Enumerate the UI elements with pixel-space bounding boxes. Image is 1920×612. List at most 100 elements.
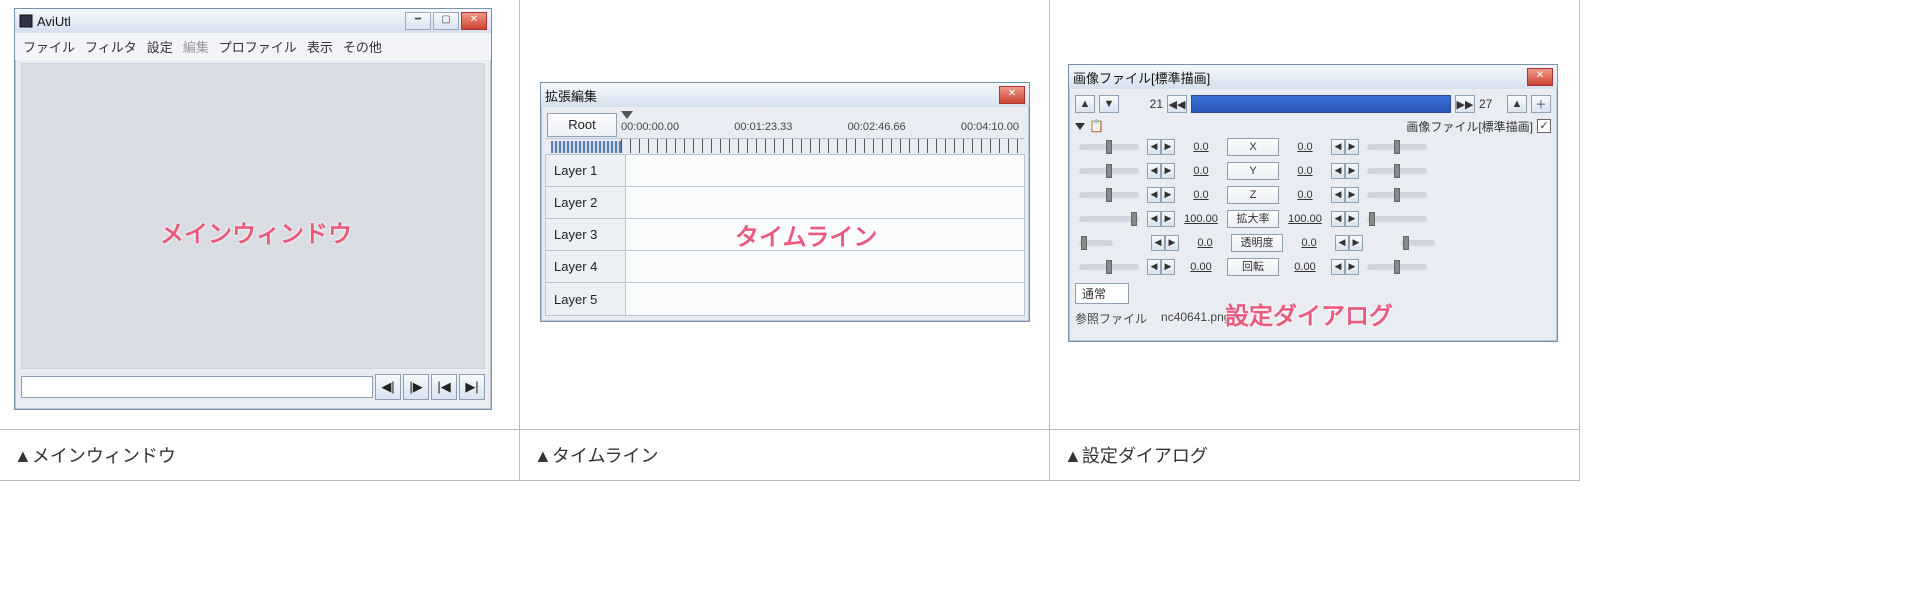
param-value-left[interactable]: 0.0 [1179,165,1223,177]
collapse-icon[interactable] [1075,123,1085,130]
minimize-button[interactable]: ━ [405,12,431,30]
layer-label[interactable]: Layer 5 [546,283,626,315]
param-value-left[interactable]: 100.00 [1179,213,1223,225]
jump-start-icon[interactable]: ◀◀ [1167,95,1187,113]
param-rows: ◀▶ 0.0 X 0.0 ◀▶ ◀▶ 0.0 Y 0.0 ◀▶ [1075,135,1551,279]
clipboard-icon[interactable]: 📋 [1089,119,1104,133]
param-stepper-left[interactable]: ◀▶ [1147,187,1175,203]
param-value-right[interactable]: 0.0 [1287,237,1331,249]
param-row: ◀▶ 0.0 Y 0.0 ◀▶ [1075,159,1551,183]
param-stepper-right[interactable]: ◀▶ [1331,259,1359,275]
param-stepper-right[interactable]: ◀▶ [1331,163,1359,179]
param-stepper-left[interactable]: ◀▶ [1147,211,1175,227]
layer-track[interactable] [626,283,1024,315]
param-slider-left[interactable] [1079,192,1139,198]
main-window-titlebar[interactable]: AviUtl ━ ▢ ✕ [15,9,491,33]
seek-track[interactable] [21,376,373,398]
add-button[interactable]: ＋ [1531,95,1551,113]
layer-down-button[interactable]: ▼ [1099,95,1119,113]
step-fwd-button[interactable]: |▶ [403,374,429,400]
layer-track[interactable] [626,155,1024,186]
param-value-right[interactable]: 0.0 [1283,165,1327,177]
caption-main: ▲メインウィンドウ [0,430,520,481]
timescale[interactable]: 00:00:00.00 00:01:23.33 00:02:46.66 00:0… [621,111,1025,138]
menu-file[interactable]: ファイル [23,37,75,56]
param-slider-left[interactable] [1079,216,1139,222]
file-ref-label[interactable]: 参照ファイル [1075,310,1147,327]
layer-label[interactable]: Layer 3 [546,219,626,250]
layer-track[interactable] [626,187,1024,218]
param-slider-left[interactable] [1079,168,1139,174]
jump-start-button[interactable]: |◀ [431,374,457,400]
ruler [621,139,1025,153]
preview-canvas [21,63,485,369]
frame-range-bar[interactable] [1191,95,1451,113]
param-slider-right[interactable] [1401,240,1435,246]
param-stepper-right[interactable]: ◀▶ [1331,211,1359,227]
move-up-button[interactable]: ▲ [1507,95,1527,113]
layer-label[interactable]: Layer 2 [546,187,626,218]
param-stepper-left[interactable]: ◀▶ [1147,163,1175,179]
param-name-button[interactable]: Z [1227,186,1279,204]
param-slider-right[interactable] [1367,192,1427,198]
menu-view[interactable]: 表示 [307,37,333,56]
param-value-left[interactable]: 0.0 [1179,189,1223,201]
settings-title: 画像ファイル[標準描画] [1073,68,1527,87]
timeline-minimap[interactable] [551,141,621,153]
playhead-icon[interactable] [621,111,633,121]
param-stepper-right[interactable]: ◀▶ [1335,235,1363,251]
param-value-left[interactable]: 0.0 [1179,141,1223,153]
layer-track[interactable] [626,219,1024,250]
menu-edit[interactable]: 編集 [183,37,209,56]
layer-row: Layer 5 [546,283,1024,315]
param-name-button[interactable]: 回転 [1227,258,1279,276]
step-back-button[interactable]: ◀| [375,374,401,400]
param-slider-right[interactable] [1367,264,1427,270]
param-stepper-right[interactable]: ◀▶ [1331,187,1359,203]
layer-label[interactable]: Layer 4 [546,251,626,282]
menu-other[interactable]: その他 [343,37,382,56]
param-name-button[interactable]: Y [1227,162,1279,180]
close-button[interactable]: ✕ [461,12,487,30]
main-window: AviUtl ━ ▢ ✕ ファイル フィルタ 設定 編集 プロファイル 表示 そ… [14,8,492,410]
param-slider-right[interactable] [1367,144,1427,150]
layer-label[interactable]: Layer 1 [546,155,626,186]
layer-up-button[interactable]: ▲ [1075,95,1095,113]
param-stepper-left[interactable]: ◀▶ [1147,139,1175,155]
param-name-button[interactable]: 透明度 [1231,234,1283,252]
param-slider-right[interactable] [1367,216,1427,222]
param-stepper-left[interactable]: ◀▶ [1151,235,1179,251]
param-value-right[interactable]: 0.0 [1283,189,1327,201]
param-row: ◀▶ 0.0 透明度 0.0 ◀▶ [1075,231,1551,255]
param-slider-left[interactable] [1079,264,1139,270]
time-label: 00:01:23.33 [734,121,792,133]
param-value-right[interactable]: 100.00 [1283,213,1327,225]
param-slider-left[interactable] [1079,240,1113,246]
param-stepper-left[interactable]: ◀▶ [1147,259,1175,275]
param-name-button[interactable]: X [1227,138,1279,156]
settings-close-button[interactable]: ✕ [1527,68,1553,86]
timeline-close-button[interactable]: ✕ [999,86,1025,104]
layer-track[interactable] [626,251,1024,282]
jump-end-button[interactable]: ▶| [459,374,485,400]
jump-end-icon[interactable]: ▶▶ [1455,95,1475,113]
param-slider-right[interactable] [1367,168,1427,174]
blend-mode-select[interactable]: 通常 [1075,283,1129,304]
param-value-right[interactable]: 0.00 [1283,261,1327,273]
timeline-titlebar[interactable]: 拡張編集 ✕ [541,83,1029,107]
param-stepper-right[interactable]: ◀▶ [1331,139,1359,155]
param-value-left[interactable]: 0.0 [1183,237,1227,249]
param-value-left[interactable]: 0.00 [1179,261,1223,273]
menu-profile[interactable]: プロファイル [219,37,297,56]
enable-checkbox[interactable]: ✓ [1537,119,1551,133]
param-slider-left[interactable] [1079,144,1139,150]
param-value-right[interactable]: 0.0 [1283,141,1327,153]
time-label: 00:00:00.00 [621,121,679,133]
settings-titlebar[interactable]: 画像ファイル[標準描画] ✕ [1069,65,1557,89]
maximize-button[interactable]: ▢ [433,12,459,30]
menu-filter[interactable]: フィルタ [85,37,137,56]
param-name-button[interactable]: 拡大率 [1227,210,1279,228]
root-button[interactable]: Root [547,113,617,137]
param-row: ◀▶ 0.0 X 0.0 ◀▶ [1075,135,1551,159]
menu-settings[interactable]: 設定 [147,37,173,56]
